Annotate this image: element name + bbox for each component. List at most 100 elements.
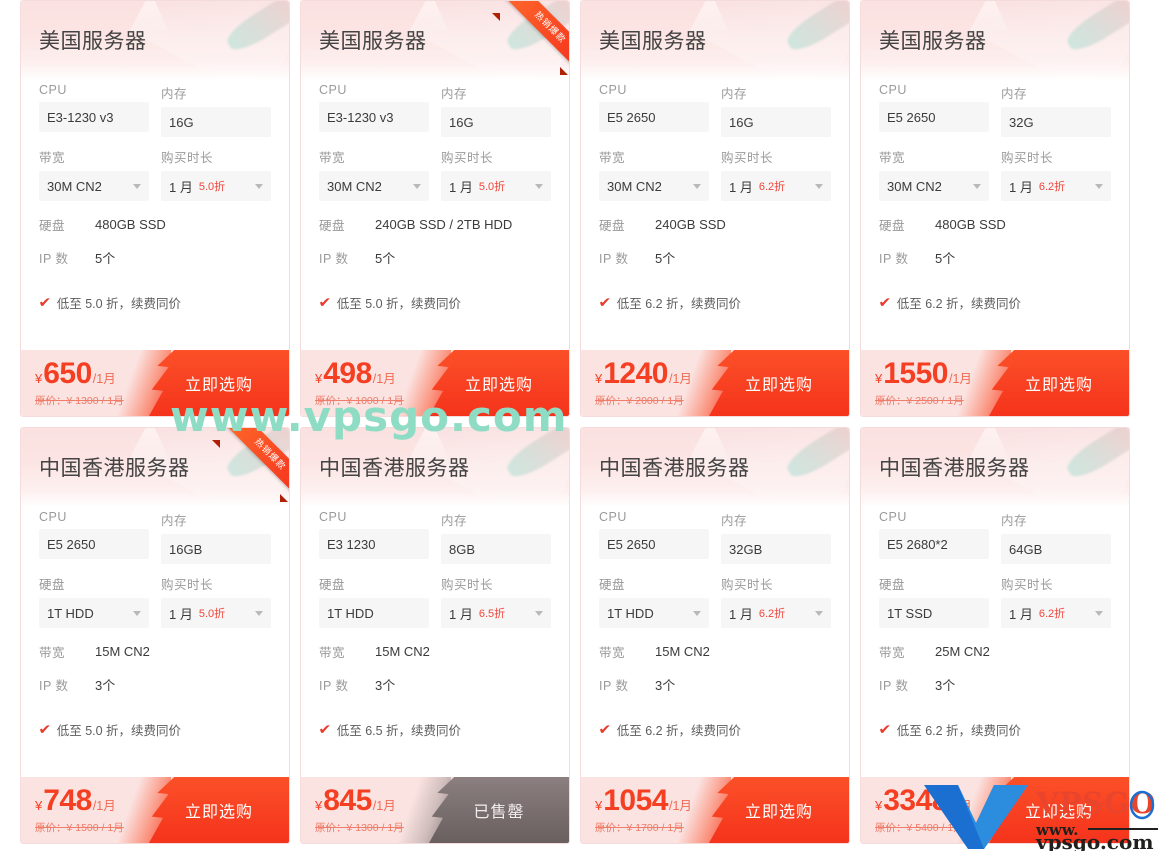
plan-card[interactable]: 中国香港服务器 热销爆款 CPU E5 2650 内存 16GB 硬盘 1T H… — [20, 427, 290, 844]
chevron-down-icon[interactable] — [413, 183, 421, 189]
select-primary-value: 1T HDD — [47, 605, 94, 621]
current-price: ¥ 3348 /1月 — [875, 785, 972, 816]
duration-dropdown[interactable]: 1 月 5.0折 — [161, 171, 271, 201]
cpu-label: CPU — [319, 83, 347, 97]
spec-duration: 购买时长 1 月 6.2折 — [721, 574, 831, 628]
buy-now-button[interactable]: 立即选购 — [429, 350, 569, 416]
select-primary-dropdown[interactable]: 1T HDD — [39, 598, 149, 628]
card-header: 美国服务器 — [861, 1, 1129, 81]
spec-cpu: CPU E5 2680*2 — [879, 510, 989, 564]
cpu-field[interactable]: E5 2680*2 — [879, 529, 989, 559]
buy-now-button[interactable]: 立即选购 — [989, 777, 1129, 843]
chevron-down-icon[interactable] — [535, 183, 543, 189]
flat-row-1: 硬盘 480GB SSD — [39, 215, 271, 234]
flat-row-1: 硬盘 480GB SSD — [879, 215, 1111, 234]
spec-row-cpu-memory: CPU E5 2650 内存 32GB — [599, 510, 831, 564]
cpu-field[interactable]: E5 2650 — [39, 529, 149, 559]
check-icon: ✔ — [878, 294, 892, 310]
spec-memory: 内存 8GB — [441, 510, 551, 564]
select-primary-dropdown[interactable]: 30M CN2 — [319, 171, 429, 201]
duration-value: 1 月 — [1009, 179, 1033, 195]
currency-symbol: ¥ — [35, 797, 43, 813]
memory-field[interactable]: 16G — [721, 107, 831, 137]
memory-field[interactable]: 16G — [161, 107, 271, 137]
flat-1-label: 带宽 — [39, 646, 66, 660]
feature-line: ✔ 低至 6.2 折，续费同价 — [598, 720, 831, 739]
cpu-label: CPU — [879, 510, 907, 524]
select-primary-dropdown[interactable]: 30M CN2 — [39, 171, 149, 201]
buy-now-button[interactable]: 立即选购 — [149, 350, 289, 416]
chevron-down-icon[interactable] — [693, 610, 701, 616]
cpu-field[interactable]: E3 1230 — [319, 529, 429, 559]
select-primary-dropdown[interactable]: 1T HDD — [599, 598, 709, 628]
cpu-field[interactable]: E5 2650 — [599, 529, 709, 559]
plan-card[interactable]: 中国香港服务器 CPU E3 1230 内存 8GB 硬盘 1T HDD 购买时… — [300, 427, 570, 844]
duration-value: 1 月 — [729, 606, 753, 622]
memory-field[interactable]: 32GB — [721, 534, 831, 564]
duration-dropdown[interactable]: 1 月 6.2折 — [1001, 171, 1111, 201]
chevron-down-icon[interactable] — [255, 183, 263, 189]
cpu-field[interactable]: E3-1230 v3 — [319, 102, 429, 132]
chevron-down-icon[interactable] — [973, 183, 981, 189]
price-period: /1月 — [948, 371, 972, 386]
spec-cpu: CPU E3-1230 v3 — [319, 83, 429, 137]
original-price: 原价：¥ 1700 / 1月 — [595, 821, 684, 834]
select-primary-dropdown[interactable]: 30M CN2 — [879, 171, 989, 201]
chevron-down-icon[interactable] — [535, 610, 543, 616]
duration-dropdown[interactable]: 1 月 5.0折 — [161, 598, 271, 628]
duration-dropdown[interactable]: 1 月 6.2折 — [721, 171, 831, 201]
plan-card[interactable]: 美国服务器 CPU E5 2650 内存 16G 带宽 30M CN2 购买时长… — [580, 0, 850, 417]
select-primary-value: 1T HDD — [607, 605, 654, 621]
chevron-down-icon[interactable] — [693, 183, 701, 189]
memory-field[interactable]: 16GB — [161, 534, 271, 564]
original-price: 原价：¥ 1000 / 1月 — [315, 394, 404, 407]
cpu-field[interactable]: E5 2650 — [599, 102, 709, 132]
duration-dropdown[interactable]: 1 月 6.5折 — [441, 598, 551, 628]
buy-now-button[interactable]: 立即选购 — [149, 777, 289, 843]
feature-line: ✔ 低至 6.2 折，续费同价 — [878, 720, 1111, 739]
duration-dropdown[interactable]: 1 月 6.2折 — [721, 598, 831, 628]
buy-now-button[interactable]: 立即选购 — [709, 777, 849, 843]
memory-field[interactable]: 32G — [1001, 107, 1111, 137]
select-primary-dropdown[interactable]: 30M CN2 — [599, 171, 709, 201]
plan-card[interactable]: 中国香港服务器 CPU E5 2680*2 内存 64GB 硬盘 1T SSD … — [860, 427, 1130, 844]
select-primary-value: 30M CN2 — [327, 178, 382, 194]
chevron-down-icon[interactable] — [133, 610, 141, 616]
discount-badge: 6.2折 — [1038, 181, 1066, 193]
chevron-down-icon[interactable] — [815, 610, 823, 616]
memory-value: 16G — [449, 114, 474, 130]
cpu-field[interactable]: E3-1230 v3 — [39, 102, 149, 132]
memory-field[interactable]: 8GB — [441, 534, 551, 564]
pricing-page: 美国服务器 CPU E3-1230 v3 内存 16G 带宽 30M CN2 购… — [0, 0, 1160, 851]
chevron-down-icon[interactable] — [133, 183, 141, 189]
memory-field[interactable]: 16G — [441, 107, 551, 137]
plan-card[interactable]: 美国服务器 热销爆款 CPU E3-1230 v3 内存 16G 带宽 30M … — [300, 0, 570, 417]
memory-field[interactable]: 64GB — [1001, 534, 1111, 564]
memory-label: 内存 — [441, 514, 468, 528]
duration-dropdown[interactable]: 1 月 6.2折 — [1001, 598, 1111, 628]
plan-card[interactable]: 美国服务器 CPU E3-1230 v3 内存 16G 带宽 30M CN2 购… — [20, 0, 290, 417]
chevron-down-icon[interactable] — [1095, 183, 1103, 189]
spec-select-primary: 硬盘 1T SSD — [879, 574, 989, 628]
price-period: /1月 — [668, 371, 692, 386]
select-primary-dropdown[interactable]: 1T SSD — [879, 598, 989, 628]
chevron-down-icon[interactable] — [1095, 610, 1103, 616]
flat-row-2: IP 数 3个 — [879, 675, 1111, 694]
duration-dropdown[interactable]: 1 月 5.0折 — [441, 171, 551, 201]
feature-text: 低至 6.2 折，续费同价 — [896, 297, 1022, 311]
memory-value: 32GB — [729, 541, 763, 557]
buy-now-button[interactable]: 立即选购 — [989, 350, 1129, 416]
feature-line: ✔ 低至 6.2 折，续费同价 — [878, 293, 1111, 312]
chevron-down-icon[interactable] — [255, 610, 263, 616]
flat-2-label: IP 数 — [39, 679, 69, 693]
select-primary-dropdown[interactable]: 1T HDD — [319, 598, 429, 628]
plan-card[interactable]: 美国服务器 CPU E5 2650 内存 32G 带宽 30M CN2 购买时长… — [860, 0, 1130, 417]
plan-title: 中国香港服务器 — [39, 457, 190, 480]
chevron-down-icon[interactable] — [815, 183, 823, 189]
plan-title: 美国服务器 — [879, 30, 987, 53]
cpu-field[interactable]: E5 2650 — [879, 102, 989, 132]
original-price: 原价：¥ 1300 / 1月 — [315, 821, 404, 834]
plan-card[interactable]: 中国香港服务器 CPU E5 2650 内存 32GB 硬盘 1T HDD 购买… — [580, 427, 850, 844]
buy-now-button[interactable]: 立即选购 — [709, 350, 849, 416]
card-header: 美国服务器 — [301, 1, 569, 81]
